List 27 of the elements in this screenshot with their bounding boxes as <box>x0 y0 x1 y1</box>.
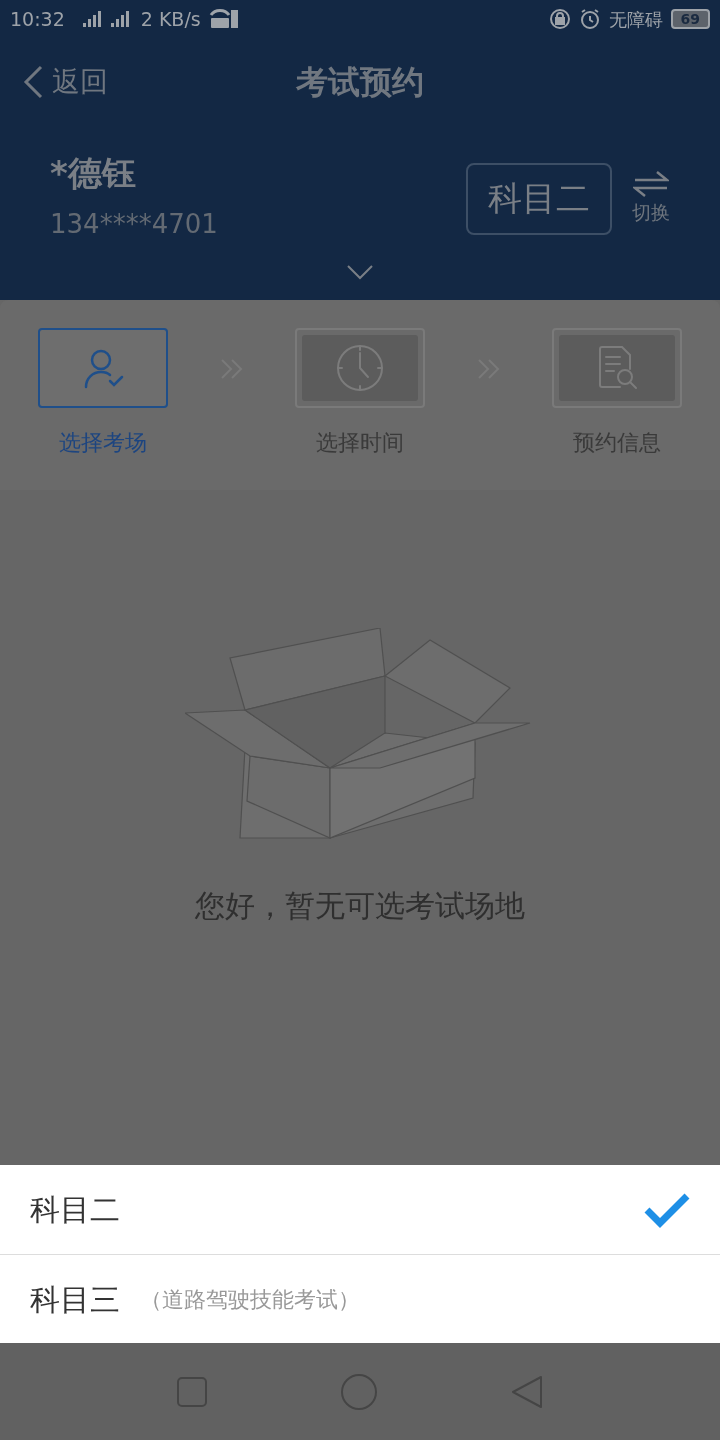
status-time: 10:32 <box>10 6 65 32</box>
recent-apps-icon[interactable] <box>177 1376 207 1407</box>
step-label: 选择考场 <box>59 429 147 457</box>
alarm-icon <box>578 8 601 30</box>
step-tile[interactable] <box>552 328 682 408</box>
lock-rotation-icon <box>548 8 571 30</box>
network-speed: 2 KB/s <box>140 6 201 32</box>
check-icon <box>644 1191 690 1228</box>
user-name: *德钰 <box>50 153 137 193</box>
option-label: 科目三 <box>30 1280 120 1319</box>
accessibility-label: 无障碍 <box>608 7 663 32</box>
page-title: 考试预约 <box>296 61 424 103</box>
clock-icon <box>335 343 385 393</box>
swap-arrows-icon <box>633 170 669 199</box>
battery-indicator: 69 <box>670 9 710 29</box>
subject-button[interactable]: 科目二 <box>466 162 612 235</box>
expand-chevron-icon[interactable] <box>346 264 374 280</box>
home-icon[interactable] <box>341 1373 377 1410</box>
back-button[interactable]: 返回 <box>22 60 108 103</box>
back-chevron-icon <box>22 64 44 99</box>
option-note: （道路驾驶技能考试） <box>140 1285 360 1314</box>
option-label: 科目二 <box>30 1191 120 1229</box>
back-icon[interactable] <box>511 1374 543 1409</box>
step-tile[interactable] <box>295 328 425 408</box>
switch-button[interactable]: 切换 <box>632 170 670 227</box>
phone-number: 134****4701 <box>50 208 218 241</box>
step-tile[interactable] <box>38 328 168 408</box>
